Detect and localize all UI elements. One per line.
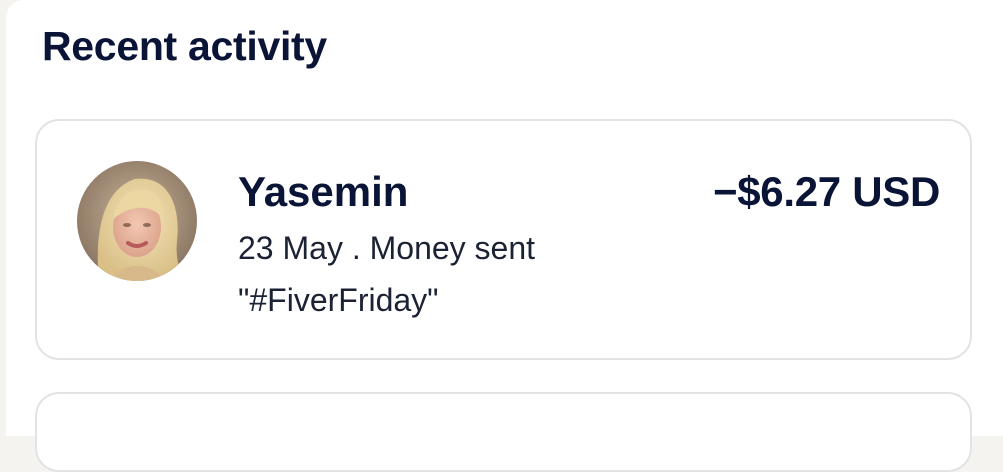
avatar (77, 161, 197, 281)
transaction-date: 23 May (238, 230, 343, 266)
transaction-type: Money sent (369, 230, 536, 266)
contact-name: Yasemin (238, 168, 409, 215)
transaction-meta: 23 May . Money sent (238, 228, 535, 268)
user-photo-avatar-icon (77, 161, 197, 281)
section-title: Recent activity (42, 23, 327, 69)
transaction-amount: −$6.27 USD (713, 168, 940, 215)
activity-item-next[interactable] (35, 392, 972, 472)
meta-separator: . (342, 230, 370, 266)
activity-item[interactable]: Yasemin −$6.27 USD 23 May . Money sent "… (35, 119, 972, 360)
transaction-note: "#FiverFriday" (238, 282, 439, 318)
